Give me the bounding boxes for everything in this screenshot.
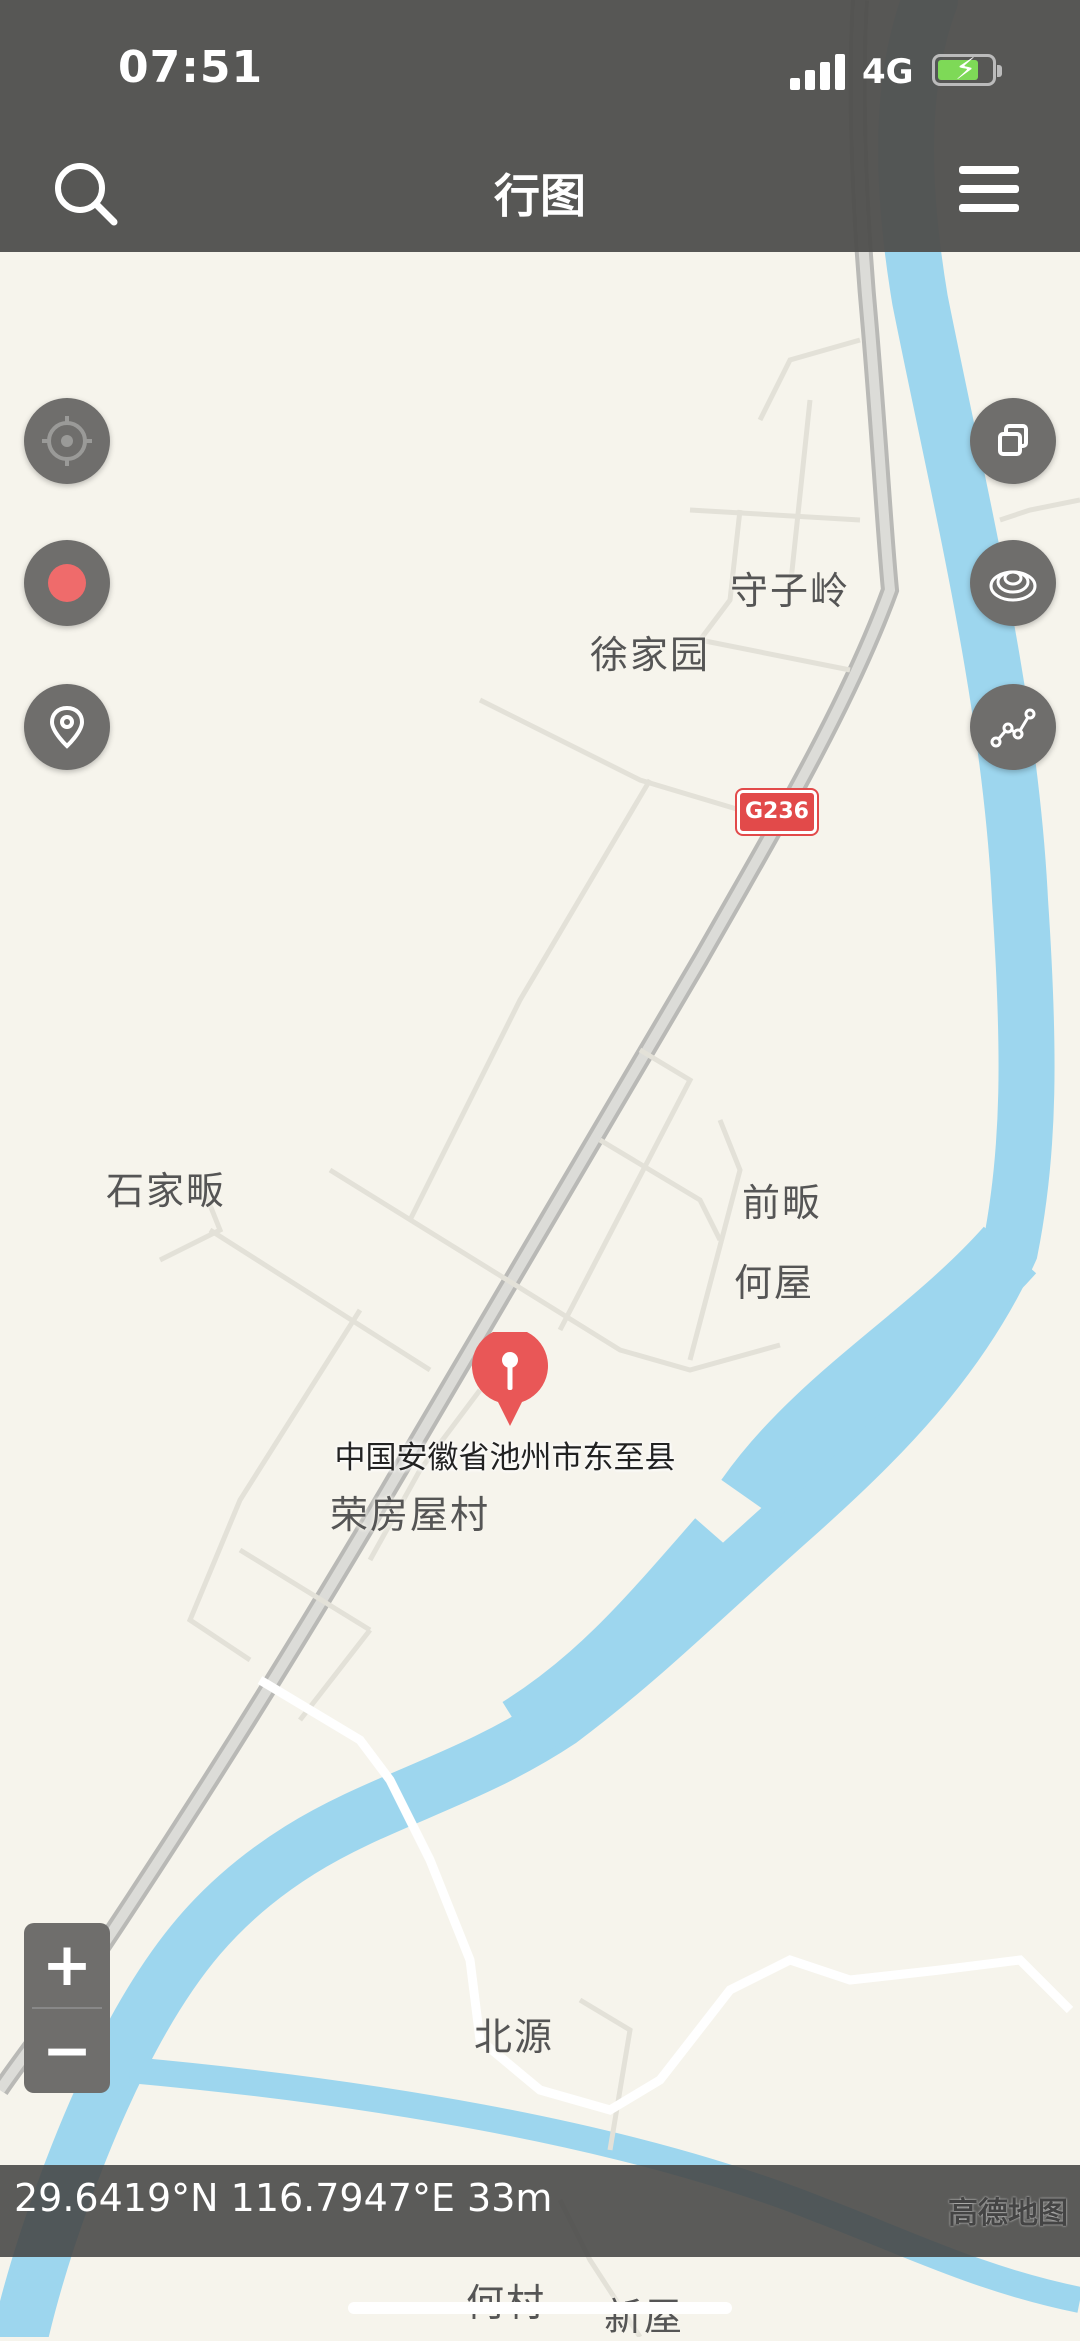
terrain-button[interactable]	[970, 540, 1056, 626]
place-label: 荣房屋村	[330, 1493, 491, 1537]
copy-layers-icon	[998, 424, 1028, 456]
map-attribution: 高德地图	[948, 2196, 1068, 2231]
place-label: 何村	[466, 2272, 546, 2327]
network-type: 4G	[862, 52, 914, 92]
home-indicator[interactable]	[348, 2302, 732, 2314]
place-label: 徐家园	[590, 633, 711, 677]
crosshair-icon	[42, 416, 92, 466]
track-button[interactable]	[970, 684, 1056, 770]
zoom-control: + −	[24, 1923, 110, 2093]
place-label: 守子岭	[730, 569, 851, 613]
status-time: 07:51	[118, 42, 264, 93]
marker-pin-icon	[472, 1327, 548, 1426]
zoom-in-button[interactable]: +	[24, 1923, 110, 2007]
place-label: 何屋	[734, 1261, 815, 1305]
record-button[interactable]	[24, 540, 110, 626]
contour-icon	[989, 570, 1037, 602]
waypoint-button[interactable]	[24, 684, 110, 770]
place-label: 前畈	[742, 1181, 823, 1225]
coordinate-readout: 29.6419°N 116.7947°E 33m	[14, 2176, 553, 2220]
place-label: 石家畈	[106, 1169, 227, 1213]
location-pin-icon	[49, 705, 85, 749]
locate-button[interactable]	[24, 398, 110, 484]
battery-icon: ⚡	[932, 53, 1002, 87]
route-graph-icon	[990, 708, 1036, 748]
layers-toggle-button[interactable]	[970, 398, 1056, 484]
place-label: 北源	[474, 2015, 555, 2059]
page-title: 行图	[494, 169, 586, 223]
marker-address: 中国安徽省池州市东至县	[334, 1440, 676, 1476]
road-shield: G236	[737, 790, 817, 834]
map-marker[interactable]	[470, 1327, 550, 1428]
signal-icon	[790, 52, 846, 90]
zoom-out-button[interactable]: −	[24, 2009, 110, 2093]
menu-button[interactable]	[955, 160, 1025, 220]
record-icon	[48, 564, 86, 602]
